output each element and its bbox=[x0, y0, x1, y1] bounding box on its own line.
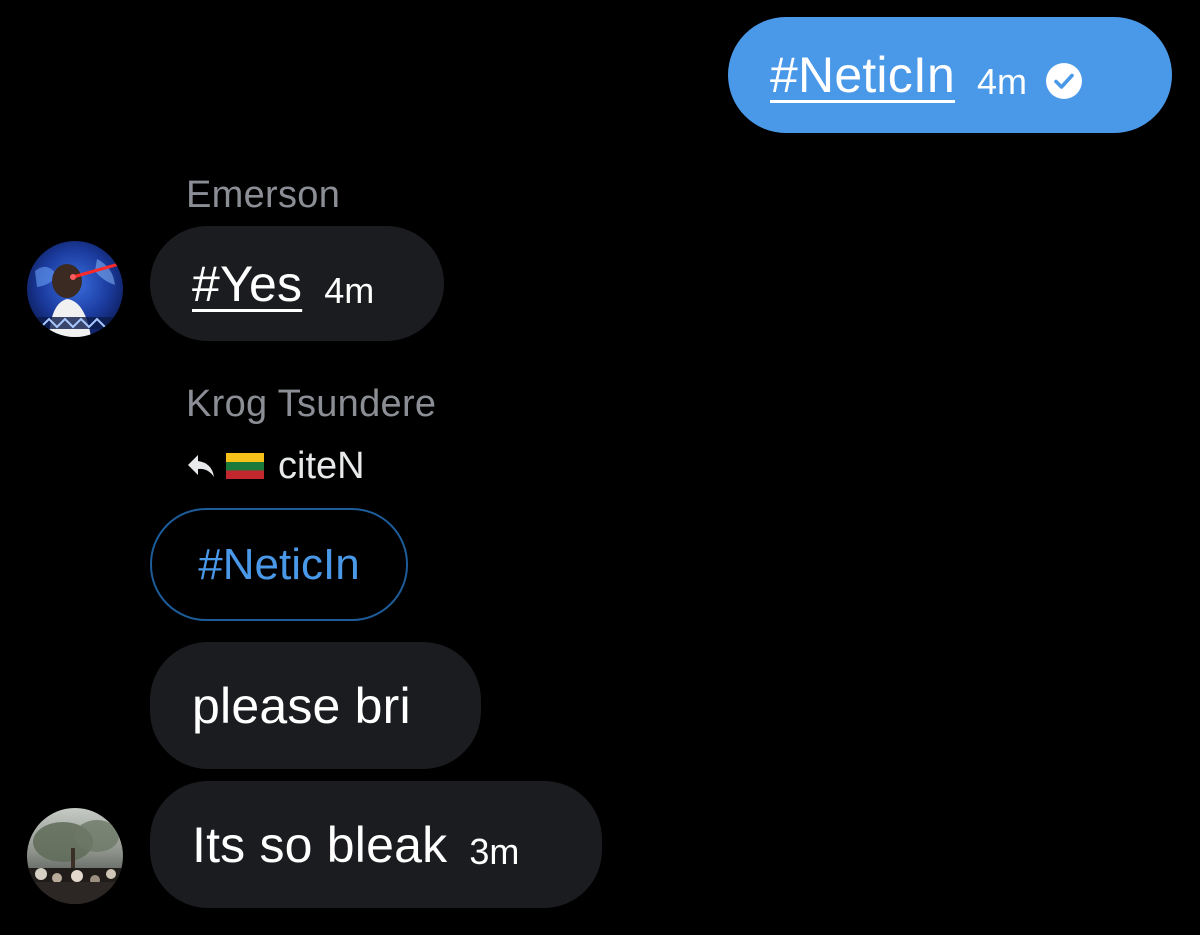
reply-reference[interactable]: citeN bbox=[186, 444, 365, 488]
received-message-bubble[interactable]: please bri bbox=[150, 642, 481, 769]
reply-reference-text: citeN bbox=[278, 444, 365, 487]
reply-arrow-icon bbox=[186, 453, 216, 479]
received-message-text: Its so bleak bbox=[192, 816, 448, 873]
received-message-hashtag[interactable]: #Yes bbox=[192, 255, 302, 313]
sent-message-hashtag[interactable]: #NeticIn bbox=[770, 46, 955, 104]
sent-message-bubble[interactable]: #NeticIn 4m bbox=[728, 17, 1172, 133]
lithuania-flag-icon bbox=[226, 453, 264, 479]
avatar-emerson[interactable] bbox=[27, 241, 123, 337]
received-message-bubble[interactable]: #Yes 4m bbox=[150, 226, 444, 341]
avatar-krog[interactable] bbox=[27, 808, 123, 904]
received-message-text: please bri bbox=[192, 677, 411, 734]
received-message-time: 4m bbox=[324, 269, 375, 311]
quoted-message-bubble[interactable]: #NeticIn bbox=[150, 508, 408, 621]
received-message-time: 3m bbox=[469, 830, 520, 872]
quoted-message-hashtag[interactable]: #NeticIn bbox=[198, 540, 359, 590]
sent-message-time: 4m bbox=[977, 61, 1028, 102]
sender-name-emerson: Emerson bbox=[186, 174, 341, 216]
sender-name-krog: Krog Tsundere bbox=[186, 383, 437, 425]
received-message-bubble[interactable]: Its so bleak 3m bbox=[150, 781, 602, 908]
check-circle-icon bbox=[1045, 62, 1083, 100]
